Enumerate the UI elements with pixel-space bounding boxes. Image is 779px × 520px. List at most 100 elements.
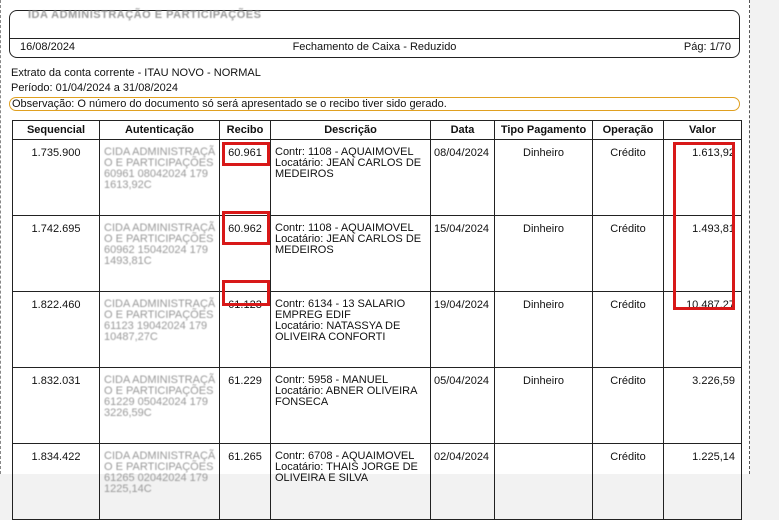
cell-autenticacao-auth2-text: 61123 19042024 179 10487,27C bbox=[104, 320, 208, 343]
cell-recibo: 60.962 bbox=[219, 215, 271, 292]
cell-valor-valor-text: 3.226,59 bbox=[692, 375, 735, 387]
cell-sequencial-seq-text: 1.822.460 bbox=[31, 299, 81, 311]
report-header: IDA ADMINISTRAÇÃO E PARTICIPAÇÕES 16/08/… bbox=[9, 9, 740, 58]
cell-autenticacao-auth1-text: CIDA ADMINISTRAÇÃO E PARTICIPAÇÕES bbox=[104, 222, 216, 245]
cell-operacao: Crédito bbox=[592, 443, 664, 520]
cell-operacao-op-text: Crédito bbox=[610, 451, 646, 463]
table-row: 1.834.422 CIDA ADMINISTRAÇÃO E PARTICIPAÇ… bbox=[12, 443, 742, 520]
cash-table: Sequencial Autenticação Recibo Descrição… bbox=[12, 120, 742, 520]
cell-tipo-pagamento bbox=[494, 443, 593, 520]
cell-autenticacao-auth1-text: CIDA ADMINISTRAÇÃO E PARTICIPAÇÕES bbox=[104, 298, 216, 321]
cell-valor-valor-text: 10.487,27 bbox=[686, 299, 735, 311]
table-row: 1.735.900 CIDA ADMINISTRAÇÃO E PARTICIPAÇ… bbox=[12, 139, 742, 216]
cell-recibo-recibo-text: 60.961 bbox=[228, 147, 262, 159]
cell-valor: 1.225,14 bbox=[663, 443, 742, 520]
cell-valor-valor-text: 1.613,92 bbox=[692, 147, 735, 159]
cell-tipo-pagamento: Dinheiro bbox=[494, 367, 593, 444]
company-name: IDA ADMINISTRAÇÃO E PARTICIPAÇÕES bbox=[28, 9, 262, 21]
cell-autenticacao: CIDA ADMINISTRAÇÃO E PARTICIPAÇÕES 61229 … bbox=[99, 367, 220, 444]
cell-data-data-text: 19/04/2024 bbox=[434, 299, 490, 311]
table-row: 1.822.460 CIDA ADMINISTRAÇÃO E PARTICIPAÇ… bbox=[12, 291, 742, 368]
cell-tipo-pagamento: Dinheiro bbox=[494, 291, 593, 368]
cell-autenticacao: CIDA ADMINISTRAÇÃO E PARTICIPAÇÕES 61123 … bbox=[99, 291, 220, 368]
cell-tipo-pagamento-tipo-text: Dinheiro bbox=[523, 299, 564, 311]
col-header-data: Data bbox=[430, 120, 495, 140]
cell-sequencial-seq-text: 1.742.695 bbox=[31, 223, 81, 235]
cell-sequencial-seq-text: 1.834.422 bbox=[31, 451, 81, 463]
col-header-sequencial: Sequencial bbox=[12, 120, 100, 140]
col-header-recibo: Recibo bbox=[219, 120, 271, 140]
cell-autenticacao-auth1-text: CIDA ADMINISTRAÇÃO E PARTICIPAÇÕES bbox=[104, 374, 216, 397]
cell-sequencial: 1.832.031 bbox=[12, 367, 100, 444]
cell-tipo-pagamento-tipo-text: Dinheiro bbox=[523, 223, 564, 235]
cell-recibo-recibo-text: 61.229 bbox=[228, 375, 262, 387]
cell-recibo-recibo-text: 61.123 bbox=[228, 299, 262, 311]
statement-info: Extrato da conta corrente - ITAU NOVO - … bbox=[11, 67, 261, 79]
cell-operacao: Crédito bbox=[592, 139, 664, 216]
col-header-descricao: Descrição bbox=[270, 120, 431, 140]
cell-autenticacao-auth1-text: CIDA ADMINISTRAÇÃO E PARTICIPAÇÕES bbox=[104, 450, 216, 473]
cell-recibo: 61.229 bbox=[219, 367, 271, 444]
cell-operacao-op-text: Crédito bbox=[610, 299, 646, 311]
cell-operacao-op-text: Crédito bbox=[610, 375, 646, 387]
cell-operacao-op-text: Crédito bbox=[610, 223, 646, 235]
cell-sequencial-seq-text: 1.832.031 bbox=[31, 375, 81, 387]
cell-descricao: Contr: 1108 - AQUAIMOVEL Locatário: JEAN … bbox=[270, 139, 431, 216]
cell-valor: 1.613,92 bbox=[663, 139, 742, 216]
cell-sequencial: 1.834.422 bbox=[12, 443, 100, 520]
cell-autenticacao-auth2-text: 60962 15042024 179 1493,81C bbox=[104, 244, 208, 267]
cell-valor: 3.226,59 bbox=[663, 367, 742, 444]
cell-data-data-text: 15/04/2024 bbox=[434, 223, 490, 235]
cell-operacao: Crédito bbox=[592, 291, 664, 368]
table-header-row: Sequencial Autenticação Recibo Descrição… bbox=[12, 120, 742, 140]
cell-data: 08/04/2024 bbox=[430, 139, 495, 216]
cell-valor-valor-text: 1.493,81 bbox=[692, 223, 735, 235]
header-divider bbox=[10, 38, 739, 39]
cell-sequencial-seq-text: 1.735.900 bbox=[31, 147, 81, 159]
report-title: Fechamento de Caixa - Reduzido bbox=[292, 41, 457, 53]
cell-autenticacao: CIDA ADMINISTRAÇÃO E PARTICIPAÇÕES 60961 … bbox=[99, 139, 220, 216]
table-row: 1.742.695 CIDA ADMINISTRAÇÃO E PARTICIPAÇ… bbox=[12, 215, 742, 292]
cell-recibo: 61.123 bbox=[219, 291, 271, 368]
cell-sequencial: 1.822.460 bbox=[12, 291, 100, 368]
cell-valor-valor-text: 1.225,14 bbox=[692, 451, 735, 463]
cell-operacao: Crédito bbox=[592, 367, 664, 444]
cell-descricao-desc3-text: OLIVEIRA E SILVA bbox=[275, 472, 369, 484]
cell-recibo: 60.961 bbox=[219, 139, 271, 216]
col-header-valor: Valor bbox=[663, 120, 742, 140]
col-header-operacao: Operação bbox=[592, 120, 664, 140]
cell-autenticacao: CIDA ADMINISTRAÇÃO E PARTICIPAÇÕES 60962 … bbox=[99, 215, 220, 292]
cell-data-data-text: 08/04/2024 bbox=[434, 147, 490, 159]
cell-descricao-desc3-text: Locatário: NATASSYA DE OLIVEIRA CONFORTI bbox=[275, 320, 401, 343]
cell-tipo-pagamento-tipo-text: Dinheiro bbox=[523, 147, 564, 159]
col-header-autenticacao: Autenticação bbox=[99, 120, 220, 140]
cell-descricao: Contr: 6134 - 13 SALARIO EMPREG EDIF Locat… bbox=[270, 291, 431, 368]
cell-autenticacao-auth2-text: 61229 05042024 179 3226,59C bbox=[104, 396, 208, 419]
cell-descricao-desc3-text: MEDEIROS bbox=[275, 168, 334, 180]
cell-descricao: Contr: 1108 - AQUAIMOVEL Locatário: JEAN … bbox=[270, 215, 431, 292]
cell-autenticacao-auth1-text: CIDA ADMINISTRAÇÃO E PARTICIPAÇÕES bbox=[104, 146, 216, 169]
cell-descricao: Contr: 5958 - MANUEL Locatário: ABNER OLI… bbox=[270, 367, 431, 444]
cell-descricao-desc3-text: FONSECA bbox=[275, 396, 329, 408]
cell-data: 19/04/2024 bbox=[430, 291, 495, 368]
cell-recibo: 61.265 bbox=[219, 443, 271, 520]
page-number: Pág: 1/70 bbox=[683, 41, 731, 53]
cell-recibo-recibo-text: 61.265 bbox=[228, 451, 262, 463]
cell-autenticacao: CIDA ADMINISTRAÇÃO E PARTICIPAÇÕES 61265 … bbox=[99, 443, 220, 520]
cell-operacao-op-text: Crédito bbox=[610, 147, 646, 159]
cell-tipo-pagamento-tipo-text: Dinheiro bbox=[523, 375, 564, 387]
cell-descricao: Contr: 6708 - AQUAIMOVEL Locatário: THAIS… bbox=[270, 443, 431, 520]
cell-autenticacao-auth2-text: 60961 08042024 179 1613,92C bbox=[104, 168, 208, 191]
cell-sequencial: 1.742.695 bbox=[12, 215, 100, 292]
cell-recibo-recibo-text: 60.962 bbox=[228, 223, 262, 235]
cell-tipo-pagamento: Dinheiro bbox=[494, 139, 593, 216]
cell-data-data-text: 05/04/2024 bbox=[434, 375, 490, 387]
cell-valor: 10.487,27 bbox=[663, 291, 742, 368]
cell-descricao-desc3-text: MEDEIROS bbox=[275, 244, 334, 256]
cell-data: 05/04/2024 bbox=[430, 367, 495, 444]
period-info: Período: 01/04/2024 a 31/08/2024 bbox=[11, 82, 178, 94]
cell-data: 15/04/2024 bbox=[430, 215, 495, 292]
cell-data: 02/04/2024 bbox=[430, 443, 495, 520]
col-header-tipo-pagamento: Tipo Pagamento bbox=[494, 120, 593, 140]
report-page: IDA ADMINISTRAÇÃO E PARTICIPAÇÕES 16/08/… bbox=[0, 0, 750, 520]
